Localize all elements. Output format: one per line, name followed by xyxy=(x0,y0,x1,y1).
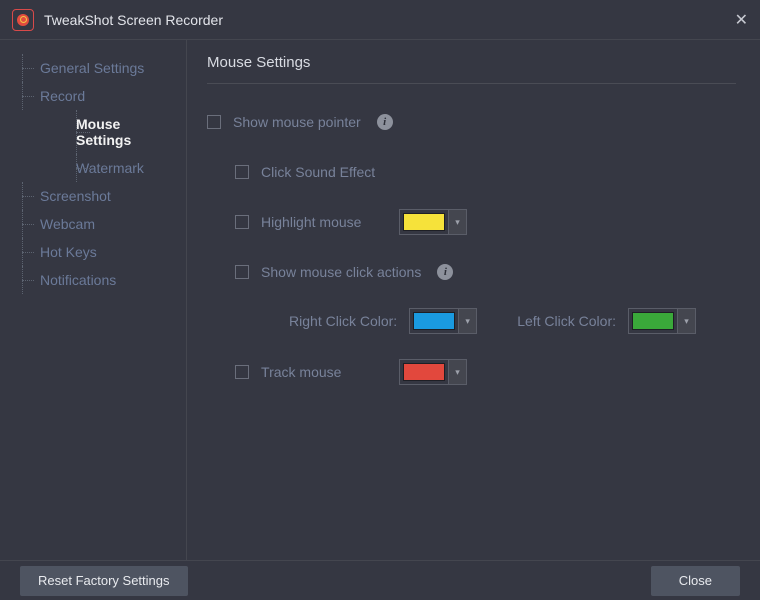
sidebar-item-hot-keys[interactable]: Hot Keys xyxy=(22,238,178,266)
right-click-color-picker[interactable]: ▾ xyxy=(409,308,477,334)
checkbox-show-click-actions[interactable] xyxy=(235,265,249,279)
footer: Reset Factory Settings Close xyxy=(0,560,760,600)
option-click-sound: Click Sound Effect xyxy=(207,158,736,186)
label-show-click-actions: Show mouse click actions xyxy=(261,264,421,280)
sidebar-item-notifications[interactable]: Notifications xyxy=(22,266,178,294)
title-bar: TweakShot Screen Recorder ✕ xyxy=(0,0,760,40)
checkbox-click-sound[interactable] xyxy=(235,165,249,179)
label-right-click-color: Right Click Color: xyxy=(289,313,397,329)
sidebar-item-watermark[interactable]: Watermark xyxy=(58,154,178,182)
label-left-click-color: Left Click Color: xyxy=(517,313,616,329)
option-show-click-actions: Show mouse click actions i xyxy=(207,258,736,286)
option-show-mouse-pointer: Show mouse pointer i xyxy=(207,108,736,136)
track-color-picker[interactable]: ▾ xyxy=(399,359,467,385)
close-icon[interactable]: ✕ xyxy=(735,10,748,30)
app-icon xyxy=(12,9,34,31)
close-button[interactable]: Close xyxy=(651,566,740,596)
page-title: Mouse Settings xyxy=(207,54,736,84)
info-icon[interactable]: i xyxy=(437,264,453,280)
content-area: General Settings Record Mouse Settings W… xyxy=(0,40,760,560)
chevron-down-icon[interactable]: ▾ xyxy=(448,360,466,384)
sidebar-item-record[interactable]: Record xyxy=(22,82,178,110)
label-click-sound: Click Sound Effect xyxy=(261,164,375,180)
checkbox-show-mouse-pointer[interactable] xyxy=(207,115,221,129)
right-click-color-swatch xyxy=(413,312,455,330)
track-color-swatch xyxy=(403,363,445,381)
click-colors-row: Right Click Color: ▾ Left Click Color: ▾ xyxy=(207,308,736,334)
sidebar-item-general-settings[interactable]: General Settings xyxy=(22,54,178,82)
option-highlight-mouse: Highlight mouse ▾ xyxy=(207,208,736,236)
checkbox-track-mouse[interactable] xyxy=(235,365,249,379)
sidebar: General Settings Record Mouse Settings W… xyxy=(0,40,186,560)
main-panel: Mouse Settings Show mouse pointer i Clic… xyxy=(186,40,760,560)
label-highlight-mouse: Highlight mouse xyxy=(261,214,387,230)
highlight-color-swatch xyxy=(403,213,445,231)
label-track-mouse: Track mouse xyxy=(261,364,387,380)
highlight-color-picker[interactable]: ▾ xyxy=(399,209,467,235)
reset-factory-button[interactable]: Reset Factory Settings xyxy=(20,566,188,596)
left-click-color-picker[interactable]: ▾ xyxy=(628,308,696,334)
sidebar-item-mouse-settings[interactable]: Mouse Settings xyxy=(58,110,178,154)
checkbox-highlight-mouse[interactable] xyxy=(235,215,249,229)
option-track-mouse: Track mouse ▾ xyxy=(207,358,736,386)
chevron-down-icon[interactable]: ▾ xyxy=(448,210,466,234)
sidebar-item-webcam[interactable]: Webcam xyxy=(22,210,178,238)
sidebar-item-screenshot[interactable]: Screenshot xyxy=(22,182,178,210)
app-title: TweakShot Screen Recorder xyxy=(44,12,735,28)
label-show-mouse-pointer: Show mouse pointer xyxy=(233,114,361,130)
chevron-down-icon[interactable]: ▾ xyxy=(677,309,695,333)
chevron-down-icon[interactable]: ▾ xyxy=(458,309,476,333)
left-click-color-swatch xyxy=(632,312,674,330)
info-icon[interactable]: i xyxy=(377,114,393,130)
